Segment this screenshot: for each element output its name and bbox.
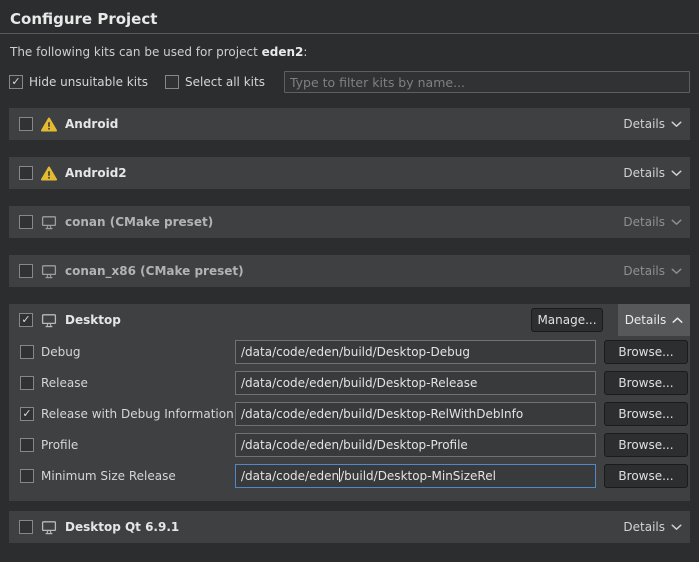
config-row-minsizerel: Minimum Size Release /data/code/eden/bui… — [9, 460, 690, 491]
chevron-down-icon — [671, 121, 682, 128]
browse-button[interactable]: Browse... — [604, 402, 688, 426]
config-label: Debug — [41, 345, 235, 359]
config-label: Profile — [41, 438, 235, 452]
select-all-kits-label: Select all kits — [185, 75, 265, 89]
details-label: Details — [623, 520, 665, 534]
kit-list: Android Details Android2 Details c — [9, 108, 690, 543]
desktop-icon — [41, 215, 57, 230]
hide-unsuitable-kits-checkbox[interactable] — [9, 75, 23, 89]
build-path-input[interactable]: /data/code/eden/build/Desktop-Release — [235, 371, 596, 395]
kit-checkbox[interactable] — [19, 313, 33, 327]
kit-row-conan: conan (CMake preset) Details — [9, 206, 690, 238]
kit-row-android2: Android2 Details — [9, 157, 690, 189]
kit-name: Desktop Qt 6.9.1 — [65, 520, 179, 534]
kit-checkbox[interactable] — [19, 117, 33, 131]
desktop-icon — [41, 520, 57, 535]
details-label: Details — [625, 313, 667, 327]
details-button[interactable]: Details — [623, 215, 682, 229]
details-label: Details — [623, 264, 665, 278]
warning-icon — [41, 166, 57, 181]
config-checkbox[interactable] — [20, 345, 34, 359]
config-row-profile: Profile /data/code/eden/build/Desktop-Pr… — [9, 429, 690, 460]
desktop-icon — [41, 313, 57, 328]
kit-row-desktop-qt: Desktop Qt 6.9.1 Details — [9, 511, 690, 543]
kit-panel-desktop: Desktop Manage... Details Debug /data/co… — [9, 304, 690, 501]
kit-checkbox[interactable] — [19, 520, 33, 534]
build-path-input[interactable]: /data/code/eden/build/Desktop-Profile — [235, 433, 596, 457]
chevron-down-icon — [671, 219, 682, 226]
chevron-down-icon — [671, 170, 682, 177]
kit-name: Android — [65, 117, 118, 131]
manage-button[interactable]: Manage... — [531, 308, 603, 332]
config-label: Minimum Size Release — [41, 469, 235, 483]
browse-button[interactable]: Browse... — [604, 464, 688, 488]
browse-button[interactable]: Browse... — [604, 371, 688, 395]
build-path-input[interactable]: /data/code/eden/build/Desktop-MinSizeRel — [235, 464, 596, 488]
kit-name: Android2 — [65, 166, 127, 180]
config-checkbox[interactable] — [20, 469, 34, 483]
config-row-relwithdebinfo: Release with Debug Information /data/cod… — [9, 398, 690, 429]
config-checkbox[interactable] — [20, 407, 34, 421]
project-name: eden2 — [262, 45, 304, 59]
details-label: Details — [623, 117, 665, 131]
build-path-value: /data/code/eden/build/Desktop-Release — [241, 376, 477, 390]
warning-icon — [41, 117, 57, 132]
kit-checkbox[interactable] — [19, 215, 33, 229]
build-path-value: /data/code/eden/build/Desktop-MinSizeRel — [241, 468, 496, 483]
config-checkbox[interactable] — [20, 376, 34, 390]
build-path-input[interactable]: /data/code/eden/build/Desktop-Debug — [235, 340, 596, 364]
details-button[interactable]: Details — [623, 520, 682, 534]
details-button[interactable]: Details — [618, 304, 690, 336]
config-row-debug: Debug /data/code/eden/build/Desktop-Debu… — [9, 336, 690, 367]
desktop-icon — [41, 264, 57, 279]
hide-unsuitable-kits-label: Hide unsuitable kits — [29, 75, 148, 89]
kits-subtitle: The following kits can be used for proje… — [9, 45, 690, 59]
chevron-down-icon — [671, 268, 682, 275]
select-all-kits-checkbox[interactable] — [165, 75, 179, 89]
build-path-value: /data/code/eden/build/Desktop-RelWithDeb… — [241, 407, 523, 421]
kit-row-conan-x86: conan_x86 (CMake preset) Details — [9, 255, 690, 287]
config-row-release: Release /data/code/eden/build/Desktop-Re… — [9, 367, 690, 398]
build-path-input[interactable]: /data/code/eden/build/Desktop-RelWithDeb… — [235, 402, 596, 426]
kit-row-desktop: Desktop Manage... Details — [9, 304, 690, 336]
title-separator — [0, 33, 699, 34]
kit-name: Desktop — [65, 313, 121, 327]
config-label: Release with Debug Information — [41, 407, 235, 421]
kit-row-android: Android Details — [9, 108, 690, 140]
details-button[interactable]: Details — [623, 166, 682, 180]
chevron-down-icon — [671, 524, 682, 531]
browse-button[interactable]: Browse... — [604, 433, 688, 457]
details-button[interactable]: Details — [623, 117, 682, 131]
chevron-up-icon — [672, 317, 683, 324]
kit-filter-controls: Hide unsuitable kits Select all kits — [9, 70, 690, 94]
details-label: Details — [623, 215, 665, 229]
kit-name: conan (CMake preset) — [65, 215, 213, 229]
build-path-value: /data/code/eden/build/Desktop-Profile — [241, 438, 468, 452]
kit-checkbox[interactable] — [19, 264, 33, 278]
browse-button[interactable]: Browse... — [604, 340, 688, 364]
page-title: Configure Project — [9, 0, 690, 28]
config-label: Release — [41, 376, 235, 390]
kit-filter-input[interactable] — [284, 71, 690, 93]
build-path-value: /data/code/eden/build/Desktop-Debug — [241, 345, 470, 359]
configure-project-page: Configure Project The following kits can… — [0, 0, 699, 543]
details-button[interactable]: Details — [623, 264, 682, 278]
config-checkbox[interactable] — [20, 438, 34, 452]
kit-name: conan_x86 (CMake preset) — [65, 264, 244, 278]
kit-checkbox[interactable] — [19, 166, 33, 180]
subtitle-prefix: The following kits can be used for proje… — [10, 45, 262, 59]
details-label: Details — [623, 166, 665, 180]
subtitle-suffix: : — [303, 45, 307, 59]
text-cursor — [339, 468, 340, 482]
